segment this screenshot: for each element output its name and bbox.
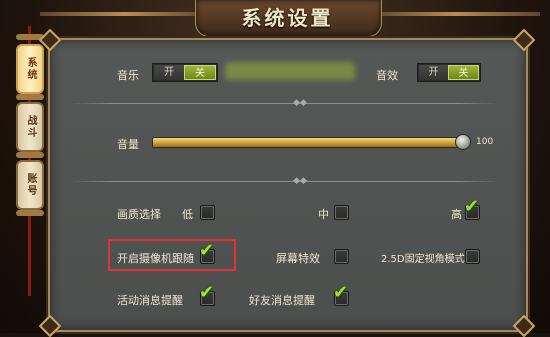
friend-reminder-label: 好友消息提醒 — [249, 294, 315, 307]
highlight-box — [108, 239, 236, 271]
music-toggle[interactable]: 开 关 — [152, 63, 218, 82]
activity-reminder-label: 活动消息提醒 — [117, 294, 183, 307]
fixed-view-checkbox[interactable] — [465, 249, 480, 264]
sound-off-option[interactable]: 关 — [448, 65, 479, 80]
check-mark-icon: ✔ — [199, 282, 215, 303]
title-ornament-right — [370, 12, 540, 16]
sound-on-option[interactable]: 开 — [419, 65, 448, 80]
screen-effects-label: 屏幕特效 — [276, 252, 320, 265]
tab-combat[interactable]: 战斗 — [16, 102, 44, 152]
section-divider — [70, 181, 500, 182]
quality-mid-label: 中 — [318, 208, 329, 221]
quality-high-label: 高 — [451, 208, 462, 221]
check-mark-icon: ✔ — [333, 282, 349, 303]
check-mark-icon: ✔ — [464, 196, 480, 217]
music-label: 音乐 — [117, 69, 139, 82]
tab-cap — [16, 152, 44, 158]
divider-ornament: ◆◆ — [293, 176, 307, 186]
volume-label: 音量 — [117, 138, 139, 151]
quality-label: 画质选择 — [117, 208, 161, 221]
tab-account[interactable]: 账号 — [16, 160, 44, 210]
sound-toggle[interactable]: 开 关 — [417, 63, 481, 82]
quality-mid-checkbox[interactable] — [334, 205, 349, 220]
title-ornament-left — [40, 12, 210, 16]
fixed-view-label: 2.5D固定视角模式 — [381, 254, 465, 265]
page-title: 系统设置 — [241, 6, 334, 30]
sound-label: 音效 — [376, 69, 398, 82]
divider-ornament: ◆◆ — [293, 98, 307, 108]
obscured-region — [225, 62, 355, 80]
tab-system[interactable]: 系统 — [16, 44, 44, 94]
music-on-option[interactable]: 开 — [154, 65, 184, 80]
tab-cap — [16, 94, 44, 100]
music-off-option[interactable]: 关 — [184, 65, 216, 80]
quality-low-label: 低 — [182, 208, 193, 221]
tab-cap — [16, 210, 44, 216]
volume-value: 100 — [476, 137, 494, 147]
quality-low-checkbox[interactable] — [200, 205, 215, 220]
screen-effects-checkbox[interactable] — [334, 249, 349, 264]
volume-slider[interactable] — [152, 137, 464, 148]
volume-slider-knob[interactable] — [455, 134, 471, 150]
section-divider — [70, 103, 500, 104]
